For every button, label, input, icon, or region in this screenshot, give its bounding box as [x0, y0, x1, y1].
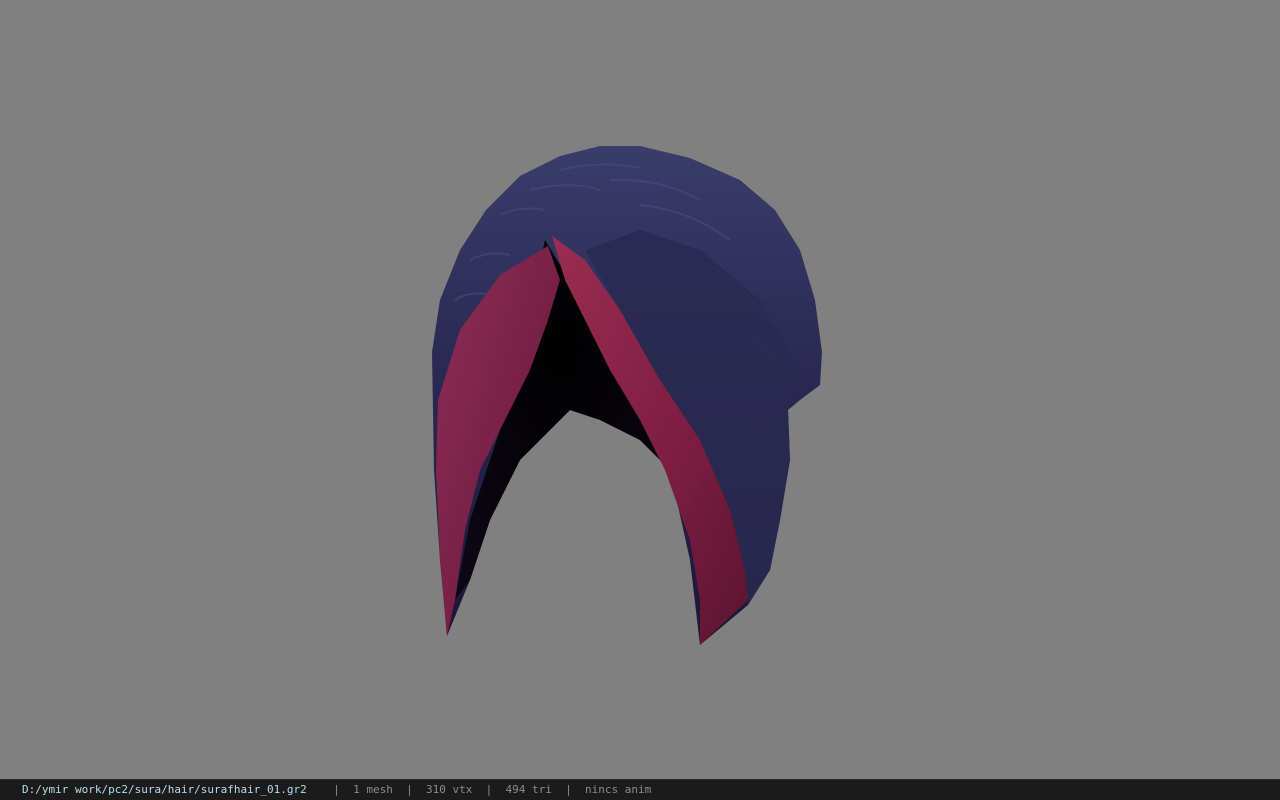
triangle-count-label: 494 tri [505, 783, 552, 796]
status-bar: D:/ymir work/pc2/sura/hair/surafhair_01.… [0, 779, 1280, 800]
anim-status-label: nincs anim [585, 783, 652, 796]
mesh-count-label: 1 mesh [353, 783, 393, 796]
file-path-label: D:/ymir work/pc2/sura/hair/surafhair_01.… [22, 783, 307, 796]
model-viewport[interactable] [0, 0, 1280, 779]
status-separator: | [565, 783, 572, 796]
status-separator: | [406, 783, 413, 796]
hair-mesh-render [432, 146, 822, 645]
vertex-count-label: 310 vtx [426, 783, 473, 796]
status-separator: | [333, 783, 340, 796]
